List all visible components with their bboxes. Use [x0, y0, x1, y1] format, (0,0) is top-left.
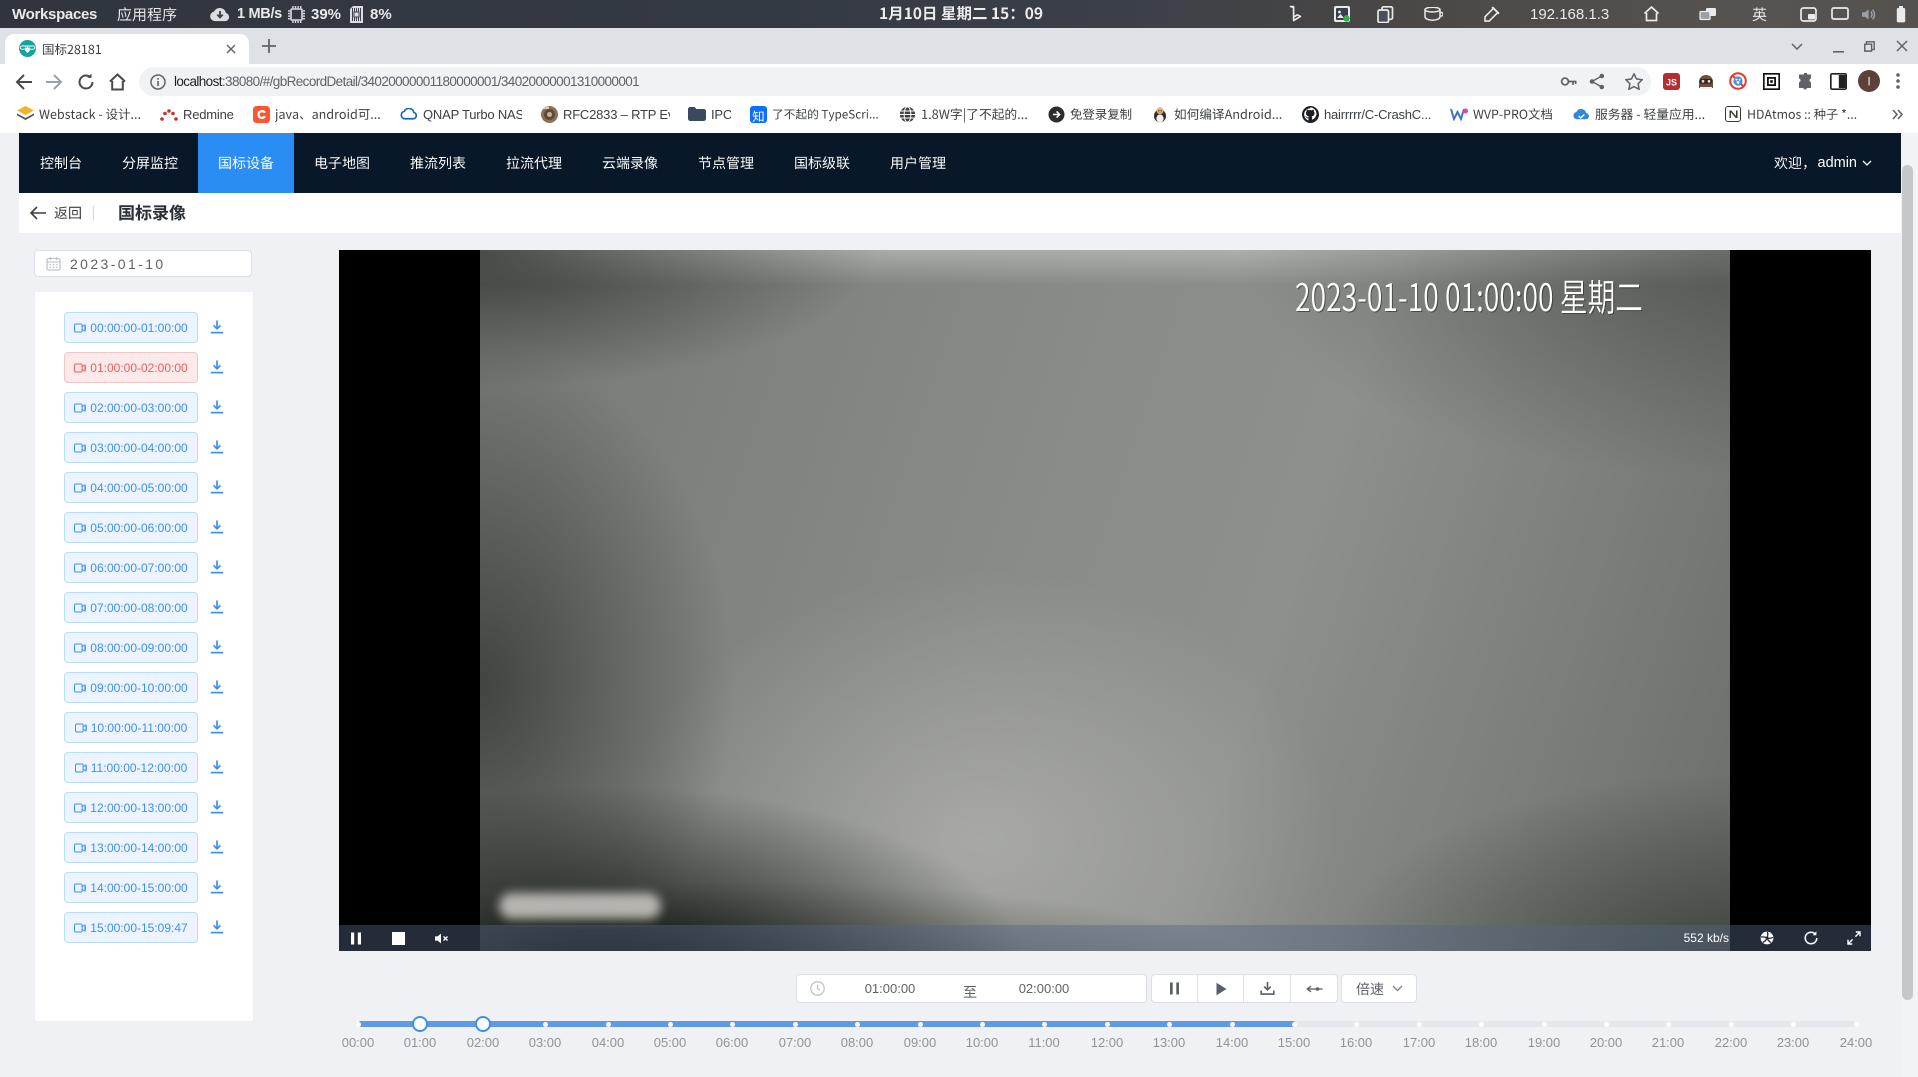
svg-text:I: I	[1867, 75, 1870, 89]
svg-text:JS: JS	[1666, 78, 1677, 88]
